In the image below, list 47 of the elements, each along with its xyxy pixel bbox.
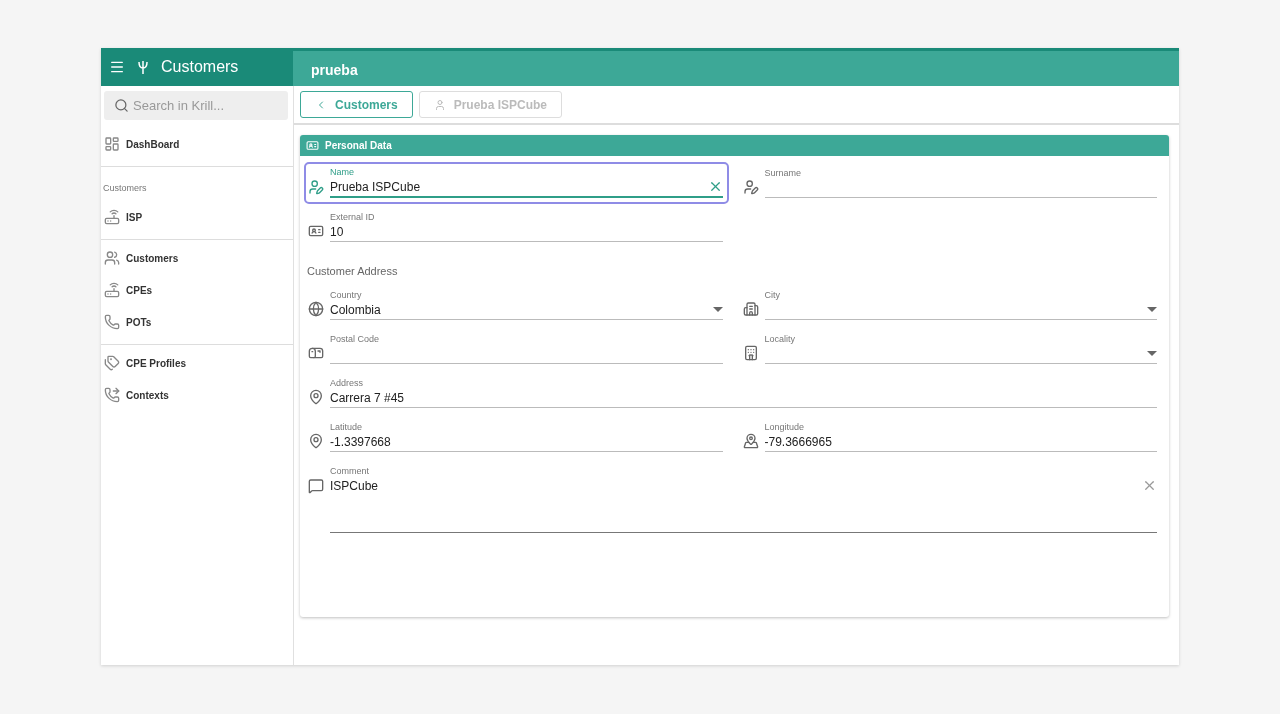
sidebar-heading: Customers bbox=[102, 182, 148, 195]
sidebar-item-icon bbox=[104, 136, 120, 152]
dropdown-caret-icon[interactable] bbox=[1147, 307, 1157, 312]
field-icon bbox=[308, 179, 324, 195]
sidebar-item-icon bbox=[104, 250, 120, 266]
field-icon bbox=[742, 179, 759, 195]
input-field[interactable]: Longitude -79.3666965 bbox=[764, 422, 1157, 452]
panel-title: Personal Data bbox=[300, 135, 1169, 156]
sidebar-item[interactable]: DashBoard bbox=[101, 128, 293, 160]
input-field[interactable]: Latitude -1.3397668 bbox=[330, 422, 723, 452]
sidebar-item-icon bbox=[104, 355, 120, 371]
field-icon bbox=[308, 223, 324, 239]
field-icon bbox=[742, 301, 759, 317]
sidebar-item-icon bbox=[104, 282, 120, 298]
field-icon bbox=[308, 389, 324, 405]
clear-icon[interactable] bbox=[1142, 478, 1157, 493]
sidebar-item[interactable]: POTs bbox=[101, 306, 293, 338]
sidebar-item[interactable]: ISP bbox=[101, 201, 293, 233]
field-icon bbox=[742, 433, 759, 449]
menu-icon[interactable] bbox=[109, 59, 125, 75]
dropdown-caret-icon[interactable] bbox=[1147, 351, 1157, 356]
person-icon bbox=[433, 98, 446, 111]
select-field[interactable]: Country Colombia bbox=[330, 290, 723, 320]
sidebar-item[interactable]: Customers bbox=[101, 242, 293, 274]
comment-field[interactable]: Comment ISPCube bbox=[330, 466, 1157, 533]
app-title: Customers bbox=[161, 58, 239, 76]
field-icon bbox=[308, 433, 324, 449]
field-icon bbox=[308, 301, 324, 317]
field-icon bbox=[742, 345, 759, 361]
input-field[interactable]: Postal Code bbox=[330, 334, 723, 364]
select-field[interactable]: Locality bbox=[764, 334, 1157, 364]
input-field[interactable]: External ID 10 bbox=[330, 212, 723, 242]
sidebar-item[interactable]: CPE Profiles bbox=[101, 347, 293, 379]
select-field[interactable]: City bbox=[764, 290, 1157, 320]
input-field[interactable]: Address Carrera 7 #45 bbox=[330, 378, 1157, 408]
field-icon bbox=[308, 345, 324, 361]
sidebar-item-icon bbox=[104, 209, 120, 225]
dropdown-caret-icon[interactable] bbox=[712, 307, 723, 312]
sidebar-item-icon bbox=[104, 387, 120, 403]
input-field[interactable]: Surname bbox=[764, 168, 1157, 198]
id-card-icon bbox=[306, 139, 319, 152]
sidebar-item[interactable]: CPEs bbox=[101, 274, 293, 306]
search-icon bbox=[114, 98, 129, 113]
field-icon bbox=[308, 478, 324, 494]
sidebar-item[interactable]: Contexts bbox=[101, 379, 293, 411]
sidebar-item-icon bbox=[104, 314, 120, 330]
section-heading: Customer Address bbox=[306, 264, 399, 279]
